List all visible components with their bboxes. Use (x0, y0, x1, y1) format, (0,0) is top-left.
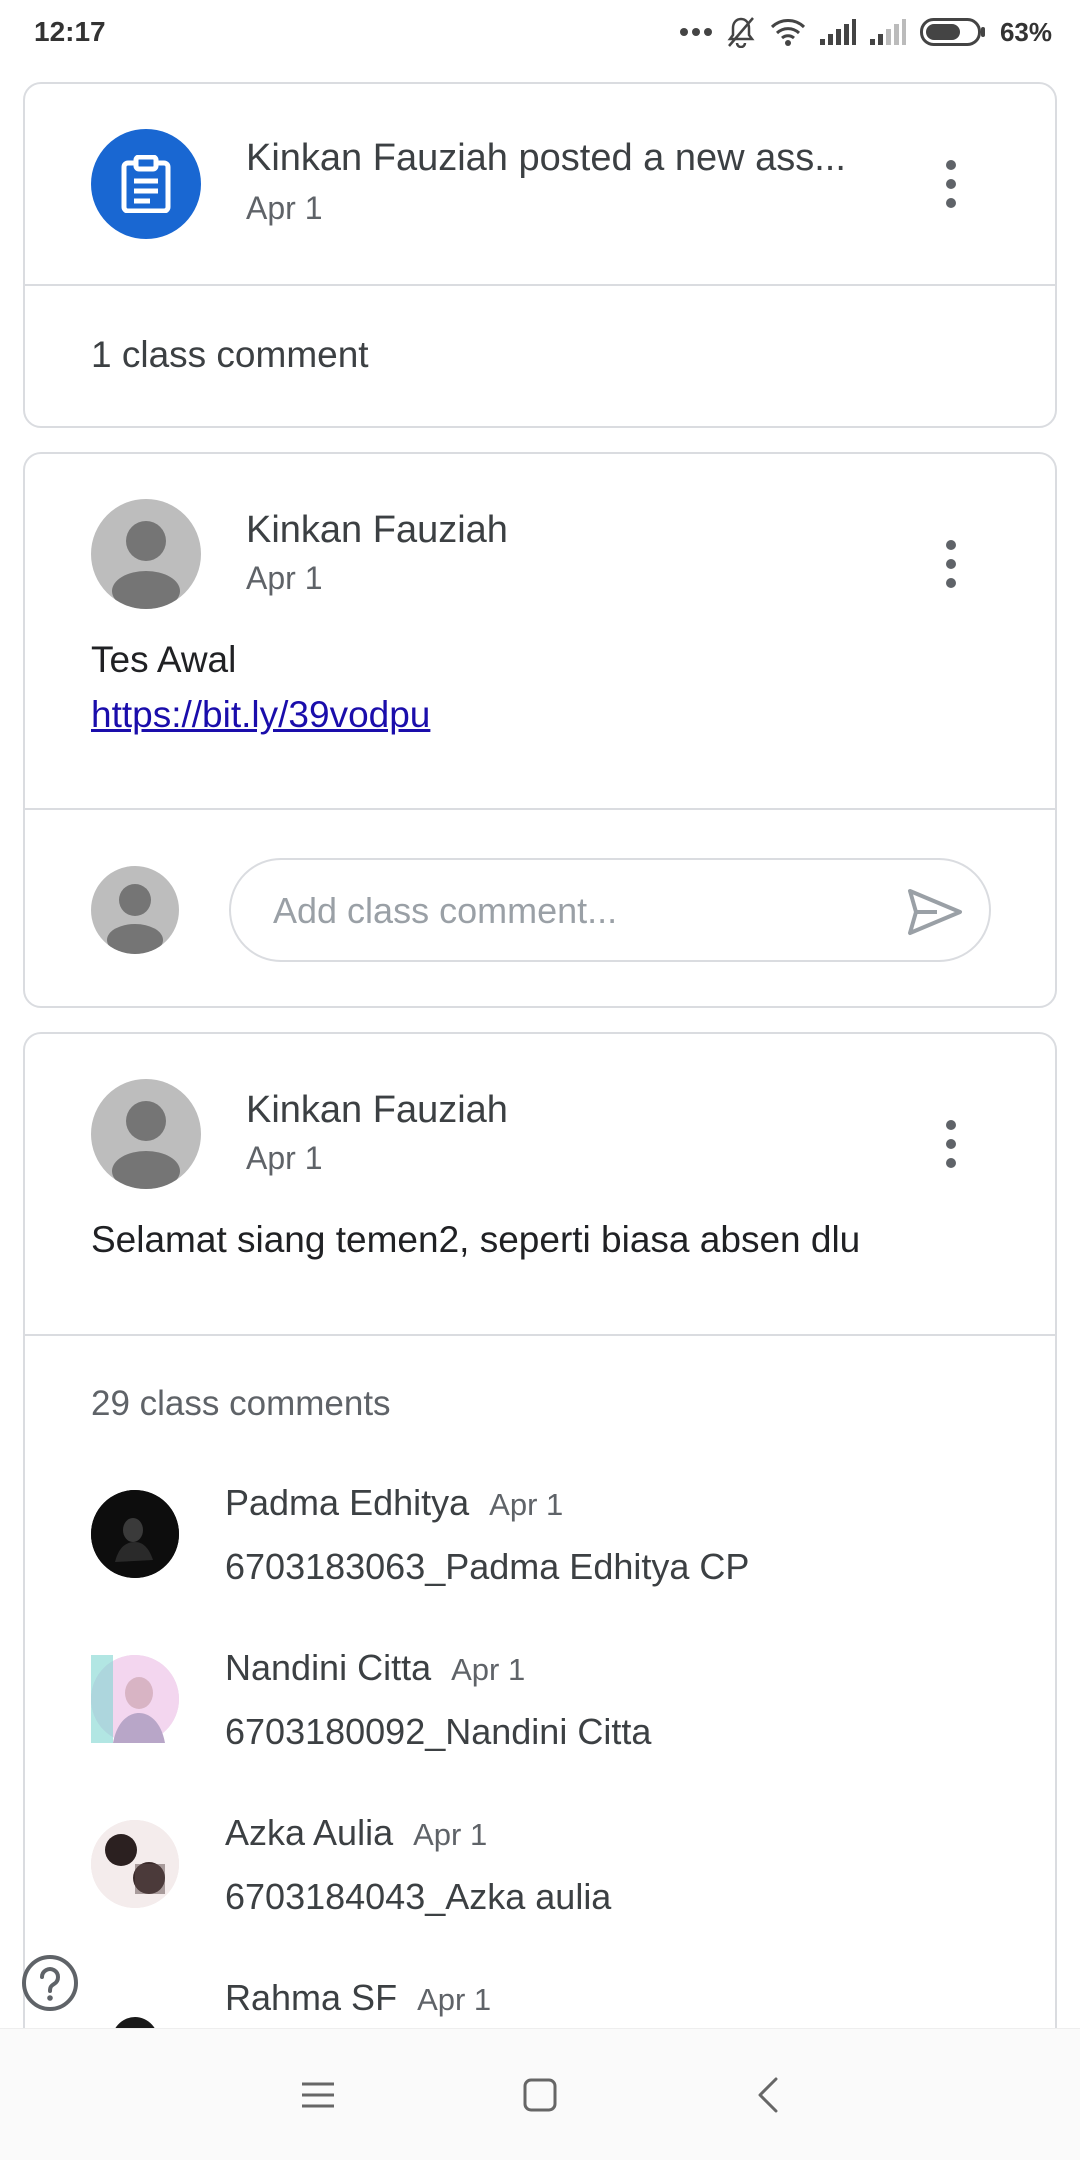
square-home-icon (523, 2078, 557, 2112)
help-button[interactable] (20, 1953, 80, 2013)
signal-weak-icon (869, 19, 906, 45)
comment-item: Azka Aulia Apr 1 6703184043_Azka aulia (25, 1812, 1055, 1952)
post-body: Tes Awal (91, 639, 237, 680)
send-button[interactable] (905, 884, 965, 940)
photo-icon (91, 1820, 179, 1908)
kebab-dot (946, 1158, 956, 1168)
comment-date: Apr 1 (489, 1487, 564, 1522)
commenter-name-text: Nandini Citta (225, 1647, 432, 1688)
commenter-name-text: Azka Aulia (225, 1812, 394, 1853)
class-comment-link[interactable]: 1 class comment (91, 334, 369, 376)
photo-icon (91, 1655, 179, 1743)
photo-icon (91, 1490, 179, 1578)
person-icon (112, 1101, 180, 1189)
battery-percent: 63% (999, 16, 1052, 47)
kebab-dot (946, 1139, 956, 1149)
avatar (91, 1079, 201, 1189)
post-author: Kinkan Fauziah (246, 509, 508, 551)
comment-text: 6703184043_Azka aulia (225, 1876, 612, 1917)
add-comment-field[interactable] (229, 858, 991, 962)
comment-item: Nandini Citta Apr 1 6703180092_Nandini Ci… (25, 1647, 1055, 1787)
commenter-name-text: Rahma SF (225, 1977, 398, 2018)
person-icon (107, 884, 163, 954)
comment-date: Apr 1 (413, 1817, 488, 1852)
kebab-dot (946, 540, 956, 550)
home-button[interactable] (512, 2067, 568, 2123)
comment-text: 6703180092_Nandini Citta (225, 1711, 652, 1752)
divider (25, 1334, 1055, 1336)
avatar (91, 499, 201, 609)
commenter-name: Padma Edhitya Apr 1 (225, 1482, 563, 1524)
commenter-name: Nandini Citta Apr 1 (225, 1647, 525, 1689)
post-date: Apr 1 (246, 560, 323, 596)
assignment-icon (121, 155, 171, 213)
menu-button[interactable] (290, 2067, 346, 2123)
menu-icon (302, 2082, 334, 2108)
divider (25, 284, 1055, 286)
assignment-title[interactable]: Kinkan Fauziah posted a new ass... (246, 137, 906, 180)
kebab-dot (946, 1120, 956, 1130)
person-icon (112, 521, 180, 609)
assignment-date: Apr 1 (246, 190, 323, 226)
status-icons: 63% (679, 14, 1052, 50)
post-author: Kinkan Fauziah (246, 1089, 508, 1131)
comment-date: Apr 1 (451, 1652, 526, 1687)
commenter-name: Azka Aulia Apr 1 (225, 1812, 487, 1854)
post-link[interactable]: https://bit.ly/39vodpu (91, 694, 430, 736)
comment-item: Padma Edhitya Apr 1 6703183063_Padma Edhi… (25, 1482, 1055, 1622)
divider (25, 808, 1055, 810)
navigation-bar (0, 2028, 1080, 2160)
battery-icon (919, 18, 985, 46)
more-options-button[interactable] (931, 1114, 971, 1174)
current-user-avatar (91, 866, 179, 954)
more-options-button[interactable] (931, 154, 971, 214)
wifi-icon (770, 19, 805, 46)
more-options-button[interactable] (931, 534, 971, 594)
bell-off-icon (727, 17, 755, 48)
comment-text: 6703183063_Padma Edhitya CP (225, 1546, 750, 1587)
status-bar: 12:17 63% (0, 0, 1080, 64)
commenter-name: Rahma SF Apr 1 (225, 1977, 491, 2019)
status-time: 12:17 (34, 16, 106, 47)
commenter-name-text: Padma Edhitya (225, 1482, 470, 1523)
commenter-avatar (91, 1820, 179, 1908)
kebab-dot (946, 578, 956, 588)
kebab-dot (946, 198, 956, 208)
commenter-avatar (91, 1490, 179, 1578)
commenter-avatar (91, 1655, 179, 1743)
comment-date: Apr 1 (417, 1982, 492, 2017)
send-icon (908, 889, 962, 935)
announcement-card: Kinkan Fauziah Apr 1 Tes Awal https://bi… (23, 452, 1057, 1008)
add-comment-input[interactable] (273, 884, 873, 938)
help-icon (22, 1955, 78, 2011)
kebab-dot (946, 160, 956, 170)
back-button[interactable] (740, 2067, 796, 2123)
kebab-dot (946, 559, 956, 569)
signal-icon (819, 19, 856, 45)
kebab-dot (946, 179, 956, 189)
ellipsis-icon (679, 28, 712, 36)
assignment-card[interactable]: Kinkan Fauziah posted a new ass... Apr 1… (23, 82, 1057, 428)
announcement-card: Kinkan Fauziah Apr 1 Selamat siang temen… (23, 1032, 1057, 2132)
post-date: Apr 1 (246, 1140, 323, 1176)
post-body: Selamat siang temen2, seperti biasa abse… (91, 1219, 861, 1260)
back-chevron-icon (758, 2077, 778, 2113)
class-comments-header[interactable]: 29 class comments (91, 1384, 391, 1424)
assignment-avatar (91, 129, 201, 239)
